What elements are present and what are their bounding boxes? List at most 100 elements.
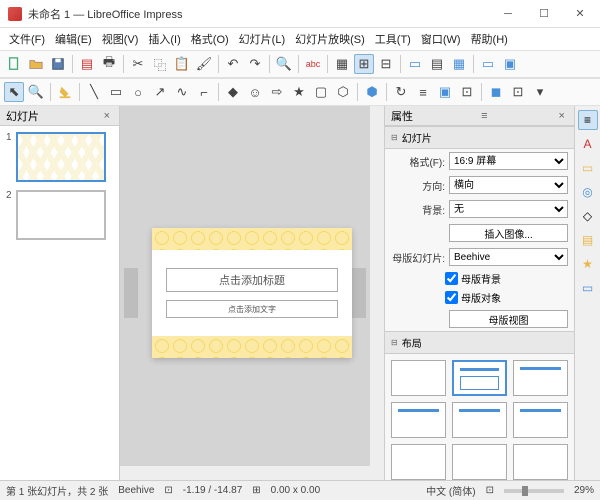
ellipse-icon[interactable]: ○ [128, 82, 148, 102]
collapse-icon[interactable]: ⊟ [391, 338, 398, 347]
slide-thumbnail[interactable] [16, 190, 106, 240]
save-icon[interactable] [48, 54, 68, 74]
curves-icon[interactable]: ∿ [172, 82, 192, 102]
fit-page-icon[interactable]: ⊡ [486, 485, 494, 496]
fill-color-icon[interactable] [55, 82, 75, 102]
menu-slide[interactable]: 幻灯片(L) [234, 29, 290, 49]
zoom-pan-icon[interactable]: 🔍 [26, 82, 46, 102]
close-slide-panel-icon[interactable]: × [101, 110, 113, 122]
close-button[interactable]: ✕ [568, 4, 592, 24]
tab-navigator-icon[interactable]: ◎ [578, 182, 598, 202]
horizontal-scrollbar[interactable] [120, 466, 370, 480]
canvas-area[interactable]: 点击添加标题 点击添加文字 [120, 106, 384, 480]
tab-animation-icon[interactable]: ★ [578, 254, 598, 274]
start-first-icon[interactable]: ▭ [478, 54, 498, 74]
format-select[interactable]: 16:9 屏幕 [449, 152, 568, 170]
shadow-icon[interactable]: ◼ [486, 82, 506, 102]
star-shapes-icon[interactable]: ★ [289, 82, 309, 102]
menu-slideshow[interactable]: 幻灯片放映(S) [290, 29, 370, 49]
arrow-shapes-icon[interactable]: ⇨ [267, 82, 287, 102]
new-doc-icon[interactable] [4, 54, 24, 74]
vertical-scrollbar[interactable] [370, 106, 384, 480]
export-pdf-icon[interactable]: ▤ [77, 54, 97, 74]
connector-icon[interactable]: ⌐ [194, 82, 214, 102]
find-icon[interactable]: 🔍 [274, 54, 294, 74]
layout-2col-b[interactable] [391, 444, 446, 480]
menu-help[interactable]: 帮助(H) [466, 29, 513, 49]
snap-grid-icon[interactable]: ⊞ [354, 54, 374, 74]
status-save-icon[interactable]: ⊡ [164, 485, 172, 496]
collapse-icon[interactable]: ⊟ [391, 133, 398, 142]
undo-icon[interactable]: ↶ [223, 54, 243, 74]
view-normal-icon[interactable]: ▭ [405, 54, 425, 74]
tab-master-icon[interactable]: ▭ [578, 278, 598, 298]
tab-properties-icon[interactable]: ≡ [578, 110, 598, 130]
select-icon[interactable]: ⬉ [4, 82, 24, 102]
flowchart-icon[interactable]: ⬡ [333, 82, 353, 102]
close-properties-icon[interactable]: × [556, 110, 568, 122]
tab-shapes-icon[interactable]: ◇ [578, 206, 598, 226]
background-select[interactable]: 无 [449, 200, 568, 218]
master-view-button[interactable]: 母版视图 [449, 310, 568, 328]
start-current-icon[interactable]: ▣ [500, 54, 520, 74]
menu-tools[interactable]: 工具(T) [370, 29, 416, 49]
open-icon[interactable] [26, 54, 46, 74]
layout-blank[interactable] [391, 360, 446, 396]
view-outline-icon[interactable]: ▤ [427, 54, 447, 74]
orientation-select[interactable]: 横向 [449, 176, 568, 194]
master-select[interactable]: Beehive [449, 248, 568, 266]
minimize-button[interactable]: ─ [496, 4, 520, 24]
text-placeholder[interactable]: 点击添加文字 [166, 300, 338, 318]
tab-styles-icon[interactable]: A [578, 134, 598, 154]
tab-transitions-icon[interactable]: ▤ [578, 230, 598, 250]
menu-view[interactable]: 视图(V) [97, 29, 144, 49]
tab-gallery-icon[interactable]: ▭ [578, 158, 598, 178]
arrange-icon[interactable]: ▣ [435, 82, 455, 102]
lines-arrows-icon[interactable]: ↗ [150, 82, 170, 102]
grid-icon[interactable]: ▦ [332, 54, 352, 74]
layout-title-2content[interactable] [513, 360, 568, 396]
layout-3col[interactable] [452, 444, 507, 480]
cut-icon[interactable]: ✂ [128, 54, 148, 74]
layout-centered[interactable] [452, 402, 507, 438]
guides-icon[interactable]: ⊟ [376, 54, 396, 74]
redo-icon[interactable]: ↷ [245, 54, 265, 74]
layout-title-content[interactable] [452, 360, 507, 396]
line-icon[interactable]: ╲ [84, 82, 104, 102]
title-placeholder[interactable]: 点击添加标题 [166, 268, 338, 292]
maximize-button[interactable]: ☐ [532, 4, 556, 24]
slide-thumbnail[interactable] [16, 132, 106, 182]
spellcheck-icon[interactable]: abc [303, 54, 323, 74]
menu-window[interactable]: 窗口(W) [416, 29, 466, 49]
basic-shapes-icon[interactable]: ◆ [223, 82, 243, 102]
callout-shapes-icon[interactable]: ▢ [311, 82, 331, 102]
menu-edit[interactable]: 编辑(E) [50, 29, 97, 49]
menu-insert[interactable]: 插入(I) [143, 29, 185, 49]
rotate-icon[interactable]: ↻ [391, 82, 411, 102]
status-lang[interactable]: 中文 (简体) [426, 483, 475, 498]
menu-file[interactable]: 文件(F) [4, 29, 50, 49]
prev-slide-handle[interactable] [124, 268, 138, 318]
rect-icon[interactable]: ▭ [106, 82, 126, 102]
copy-icon[interactable]: ⿻ [150, 54, 170, 74]
distribute-icon[interactable]: ⊡ [457, 82, 477, 102]
next-slide-handle[interactable] [352, 268, 366, 318]
layout-4col[interactable] [513, 444, 568, 480]
panel-menu-icon[interactable]: ≡ [478, 110, 490, 122]
layout-2col[interactable] [513, 402, 568, 438]
align-icon[interactable]: ≡ [413, 82, 433, 102]
crop-icon[interactable]: ⊡ [508, 82, 528, 102]
slide-canvas[interactable]: 点击添加标题 点击添加文字 [152, 228, 352, 358]
menu-format[interactable]: 格式(O) [186, 29, 234, 49]
paste-icon[interactable]: 📋 [172, 54, 192, 74]
master-bg-checkbox[interactable] [445, 272, 458, 285]
3d-shapes-icon[interactable]: ⬢ [362, 82, 382, 102]
print-icon[interactable]: 🖶 [99, 54, 119, 74]
status-zoom[interactable]: 29% [574, 485, 594, 496]
zoom-slider[interactable] [504, 489, 564, 493]
symbol-shapes-icon[interactable]: ☺ [245, 82, 265, 102]
view-sorter-icon[interactable]: ▦ [449, 54, 469, 74]
layout-title-only[interactable] [391, 402, 446, 438]
master-obj-checkbox[interactable] [445, 291, 458, 304]
insert-image-button[interactable]: 插入图像... [449, 224, 568, 242]
